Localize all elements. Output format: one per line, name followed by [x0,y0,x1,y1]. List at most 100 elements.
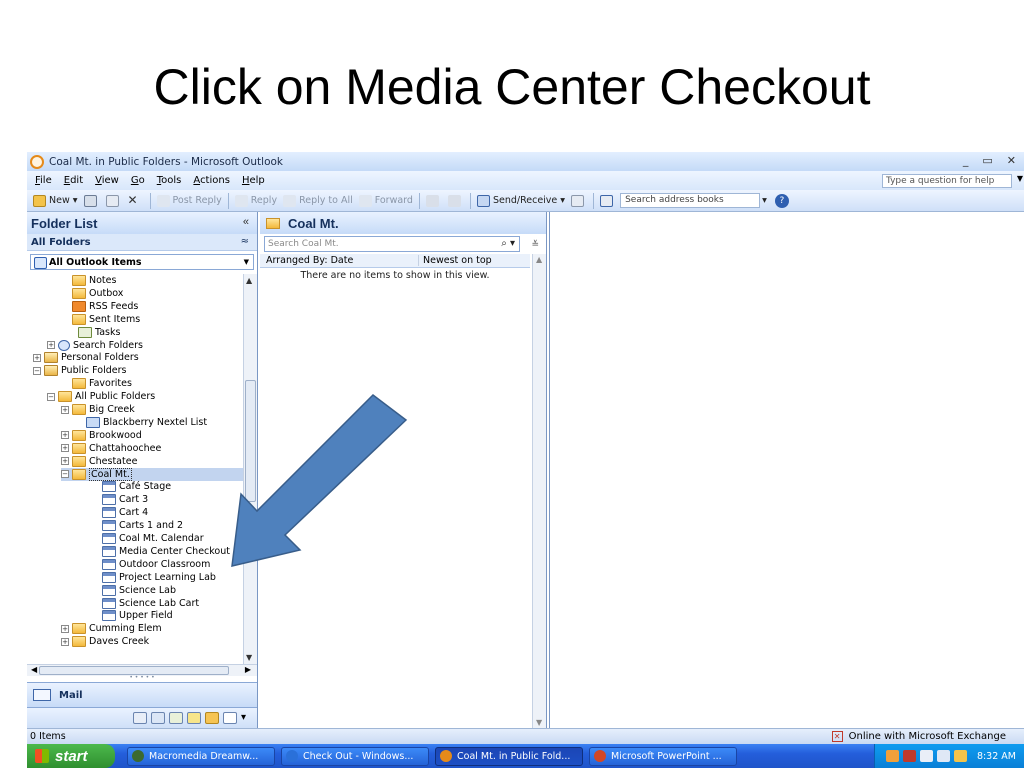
tree-item[interactable]: Coal Mt. Calendar [102,532,204,545]
tree-item[interactable]: − All Public Folders [47,390,155,403]
collapse-icon[interactable]: − [47,392,55,401]
tree-item[interactable]: Upper Field [102,609,173,622]
menu-item[interactable]: Tools [157,175,182,186]
tree-item[interactable]: Favorites [72,377,132,390]
reply-all-button[interactable]: Reply to All [283,194,353,207]
expand-icon[interactable]: + [61,637,69,646]
forward-button[interactable]: Forward [358,194,413,207]
folder-list-icon[interactable] [205,712,219,724]
tree-item[interactable]: Outdoor Classroom [102,558,210,571]
post-reply-button[interactable]: Post Reply [156,194,222,207]
shield-tray-icon[interactable] [953,750,967,762]
minimize-button[interactable]: _ [963,154,969,167]
tree-item[interactable]: + Cumming Elem [61,622,162,635]
maximize-button[interactable]: ▭ [982,154,992,167]
tree-item[interactable]: Carts 1 and 2 [102,519,183,532]
antivirus-tray-icon[interactable] [902,750,916,762]
mail-nav-button[interactable]: Mail [27,682,257,708]
menu-item[interactable]: Edit [64,175,83,186]
network-tray-icon[interactable] [936,750,950,762]
address-dropdown[interactable]: ▾ [762,195,767,206]
collapse-icon[interactable]: − [33,366,41,375]
start-button[interactable]: start [27,744,115,768]
scroll-up-icon[interactable]: ▲ [536,255,542,264]
expand-icon[interactable]: + [33,353,41,362]
scroll-down-icon[interactable]: ▼ [536,718,542,727]
tree-item[interactable]: Café Stage [102,480,171,493]
scroll-down-icon[interactable]: ▼ [246,653,252,662]
sort-order-header[interactable]: Newest on top [418,255,518,266]
reply-button[interactable]: Reply [234,194,277,207]
outlook-tray-icon[interactable] [885,750,899,762]
tree-item[interactable]: + Chestatee [61,455,137,468]
send-receive-button[interactable]: Send/Receive ▾ [476,194,565,207]
tree-item[interactable]: Notes [72,274,116,287]
tree-item[interactable]: − Public Folders [33,364,126,377]
search-icon[interactable]: ⌕ ▾ [501,237,515,251]
tree-item[interactable]: + Brookwood [61,429,142,442]
title-bar[interactable]: Coal Mt. in Public Folders - Microsoft O… [27,152,1024,171]
scrollbar-thumb[interactable] [245,380,256,502]
expand-icon[interactable]: + [61,457,69,466]
tree-item[interactable]: + Personal Folders [33,351,139,364]
tree-item[interactable]: Sent Items [72,313,140,326]
tree-item[interactable]: + Daves Creek [61,635,149,648]
tree-item[interactable]: Tasks [72,326,120,339]
taskbar-button[interactable]: Coal Mt. in Public Fold... [435,746,583,766]
search-folder-input[interactable]: Search Coal Mt. ⌕ ▾ ≚ [264,236,539,252]
tree-item[interactable]: Science Lab [102,584,176,597]
scroll-up-icon[interactable]: ▲ [246,276,252,285]
menu-item[interactable]: View [95,175,119,186]
arranged-by-header[interactable]: Arranged By: Date [260,255,418,266]
tree-item[interactable]: Project Learning Lab [102,571,216,584]
menu-item[interactable]: Go [131,175,145,186]
expand-icon[interactable]: + [61,431,69,440]
tree-item[interactable]: + Big Creek [61,403,135,416]
mail-tray-icon[interactable] [919,750,933,762]
print-button[interactable] [83,194,100,207]
delete-button[interactable]: ✕ [128,194,144,207]
contacts-icon[interactable] [151,712,165,724]
scroll-right-icon[interactable]: ▶ [245,665,251,674]
taskbar-button[interactable]: Macromedia Dreamw... [127,746,275,766]
message-list-scrollbar[interactable]: ▲ ▼ [532,254,546,728]
new-button[interactable]: New ▾ [33,194,78,207]
help-question-box[interactable]: Type a question for help [882,174,1012,188]
menu-item[interactable]: Help [242,175,265,186]
tree-item[interactable]: + Chattahoochee [61,442,161,455]
folder-tree-scrollbar[interactable]: ▲ ▼ [243,274,257,664]
tree-item[interactable]: − Coal Mt. [61,467,243,481]
shortcuts-icon[interactable] [223,712,237,724]
calendar-icon[interactable] [133,712,147,724]
find-button[interactable] [571,194,587,207]
chevron-down-icon[interactable]: ▼ [1017,174,1023,183]
tree-item[interactable]: + Search Folders [47,339,143,352]
tree-item[interactable]: Science Lab Cart [102,597,199,610]
taskbar-button[interactable]: Check Out - Windows... [281,746,429,766]
expand-icon[interactable]: + [61,624,69,633]
outlook-items-dropdown[interactable]: All Outlook Items ▼ [30,254,254,270]
move-button[interactable] [105,194,122,207]
tree-item[interactable]: Cart 3 [102,493,148,506]
tree-item[interactable]: Blackberry Nextel List [86,416,207,429]
collapse-pane-icon[interactable]: « [243,216,249,228]
tree-item[interactable]: Media Center Checkout [102,545,230,558]
menu-item[interactable]: Actions [193,175,230,186]
tree-item[interactable]: Outbox [72,287,123,300]
collapse-icon[interactable]: − [61,470,69,478]
expand-icon[interactable]: + [61,405,69,414]
collapse-section-icon[interactable]: ≈ [241,236,249,247]
expand-query-icon[interactable]: ≚ [531,238,539,252]
help-icon[interactable]: ? [774,193,789,208]
expand-icon[interactable]: + [61,444,69,453]
expand-icon[interactable]: + [47,341,55,349]
notes-icon[interactable] [187,712,201,724]
flag-button[interactable] [447,194,464,207]
configure-buttons-icon[interactable]: ▾ [241,712,249,724]
close-button[interactable]: ✕ [1007,154,1016,167]
tasks-icon[interactable] [169,712,183,724]
address-book-button[interactable] [600,194,616,207]
menu-item[interactable]: File [35,175,52,186]
tree-item[interactable]: RSS Feeds [72,300,138,313]
scroll-left-icon[interactable]: ◀ [31,665,37,674]
